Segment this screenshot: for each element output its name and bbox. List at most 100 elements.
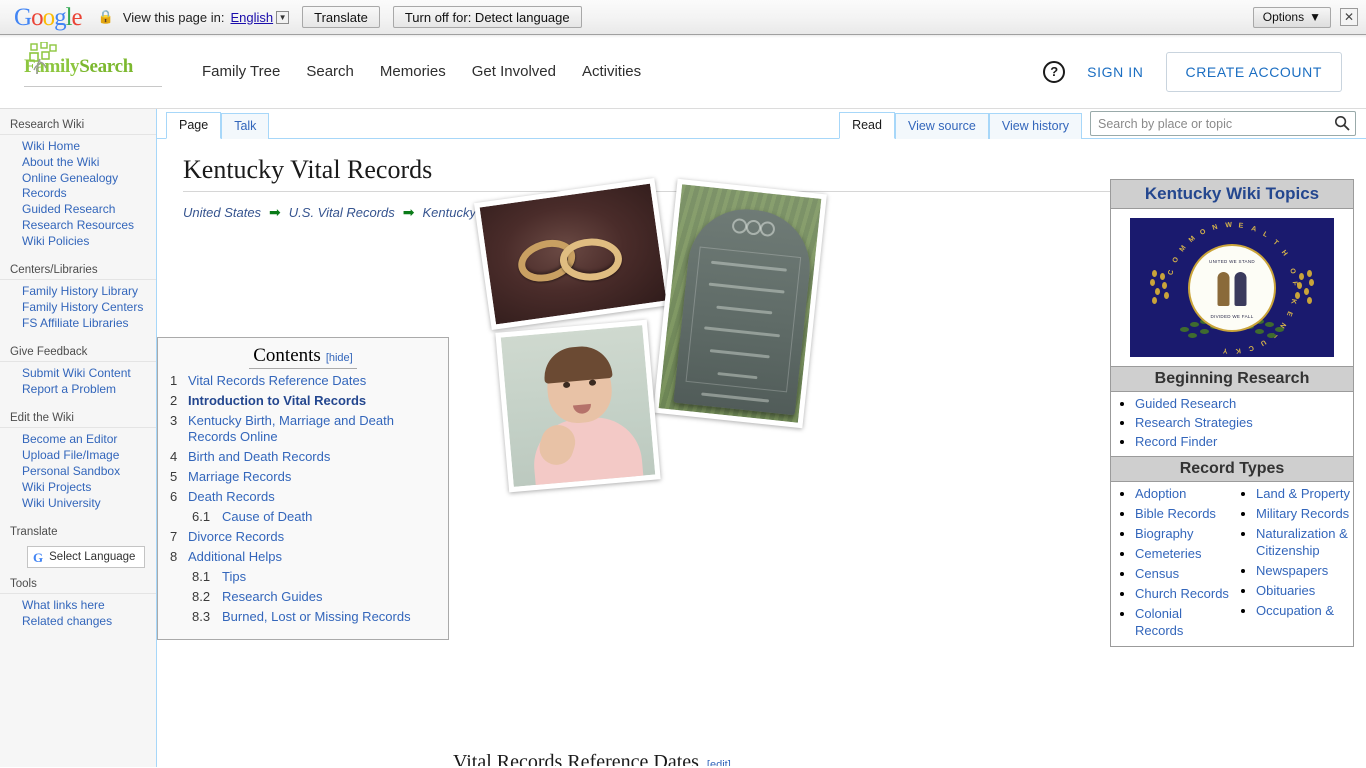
link-colonial-records[interactable]: Colonial Records bbox=[1135, 606, 1183, 638]
sidebar-item[interactable]: Report a Problem bbox=[22, 382, 156, 397]
list-item[interactable]: Cemeteries bbox=[1135, 545, 1232, 562]
sidebar-item-submit-wiki-content[interactable]: Submit Wiki Content bbox=[22, 366, 131, 381]
sign-in-link[interactable]: SIGN IN bbox=[1087, 64, 1143, 80]
sidebar-item-report-a-problem[interactable]: Report a Problem bbox=[22, 382, 116, 397]
toc-item[interactable]: 3 Kentucky Birth, Marriage and Death Reco… bbox=[170, 413, 436, 445]
toc-item[interactable]: 8.1 Tips bbox=[170, 569, 436, 585]
section-edit-link[interactable]: [edit] bbox=[707, 759, 731, 766]
toc-link-marriage-records[interactable]: Marriage Records bbox=[188, 469, 291, 485]
sidebar-item[interactable]: FS Affiliate Libraries bbox=[22, 316, 156, 331]
sidebar-item-upload-file-image[interactable]: Upload File/Image bbox=[22, 448, 119, 463]
toc-item[interactable]: 7 Divorce Records bbox=[170, 529, 436, 545]
sidebar-item-online-genealogy-records[interactable]: Online Genealogy Records bbox=[22, 171, 156, 201]
sidebar-item[interactable]: Wiki Home bbox=[22, 139, 156, 154]
nav-memories[interactable]: Memories bbox=[380, 63, 446, 80]
sidebar-item-wiki-university[interactable]: Wiki University bbox=[22, 496, 101, 511]
sidebar-item-wiki-home[interactable]: Wiki Home bbox=[22, 139, 80, 154]
tab-view-history[interactable]: View history bbox=[988, 113, 1082, 139]
search-icon[interactable] bbox=[1334, 115, 1350, 131]
toc-item[interactable]: 6.1 Cause of Death bbox=[170, 509, 436, 525]
sidebar-item[interactable]: Wiki Policies bbox=[22, 234, 156, 249]
toc-link-vital-records-reference-dates[interactable]: Vital Records Reference Dates bbox=[188, 373, 366, 389]
link-record-finder[interactable]: Record Finder bbox=[1135, 434, 1217, 449]
list-item[interactable]: Adoption bbox=[1135, 485, 1232, 502]
sidebar-item-guided-research[interactable]: Guided Research bbox=[22, 202, 115, 217]
tab-talk[interactable]: Talk bbox=[221, 113, 270, 139]
help-icon[interactable]: ? bbox=[1043, 60, 1066, 83]
tab-view-source[interactable]: View source bbox=[894, 113, 989, 139]
toc-link-additional-helps[interactable]: Additional Helps bbox=[188, 549, 282, 565]
sidebar-item[interactable]: Wiki Projects bbox=[22, 480, 156, 495]
list-item[interactable]: Obituaries bbox=[1256, 582, 1353, 599]
sidebar-item[interactable]: Related changes bbox=[22, 614, 156, 629]
list-item[interactable]: Military Records bbox=[1256, 505, 1353, 522]
sidebar-item-what-links-here[interactable]: What links here bbox=[22, 598, 105, 613]
list-item[interactable]: Occupation & bbox=[1256, 602, 1353, 619]
toc-link-tips[interactable]: Tips bbox=[222, 569, 246, 585]
sidebar-item[interactable]: What links here bbox=[22, 598, 156, 613]
link-cemeteries[interactable]: Cemeteries bbox=[1135, 546, 1201, 561]
link-land-and-property[interactable]: Land & Property bbox=[1256, 486, 1350, 501]
breadcrumb-united-states[interactable]: United States bbox=[183, 205, 261, 220]
sidebar-item[interactable]: Wiki University bbox=[22, 496, 156, 511]
sidebar-item[interactable]: Research Resources bbox=[22, 218, 156, 233]
tab-page[interactable]: Page bbox=[166, 112, 222, 139]
sidebar-item[interactable]: About the Wiki bbox=[22, 155, 156, 170]
link-occupation[interactable]: Occupation & bbox=[1256, 603, 1334, 618]
toc-item[interactable]: 8.3 Burned, Lost or Missing Records bbox=[170, 609, 436, 625]
toc-link-kentucky-birth-marriage-death-online[interactable]: Kentucky Birth, Marriage and Death Recor… bbox=[188, 413, 436, 445]
nav-get-involved[interactable]: Get Involved bbox=[472, 63, 556, 80]
sidebar-item-family-history-centers[interactable]: Family History Centers bbox=[22, 300, 143, 315]
toc-item[interactable]: 8.2 Research Guides bbox=[170, 589, 436, 605]
link-guided-research[interactable]: Guided Research bbox=[1135, 396, 1236, 411]
sidebar-item[interactable]: Upload File/Image bbox=[22, 448, 156, 463]
toc-link-introduction-to-vital-records[interactable]: Introduction to Vital Records bbox=[188, 393, 366, 409]
toc-item[interactable]: 6 Death Records bbox=[170, 489, 436, 505]
list-item[interactable]: Census bbox=[1135, 565, 1232, 582]
toc-link-research-guides[interactable]: Research Guides bbox=[222, 589, 322, 605]
sidebar-item[interactable]: Family History Library bbox=[22, 284, 156, 299]
create-account-button[interactable]: CREATE ACCOUNT bbox=[1165, 51, 1342, 92]
toc-hide-toggle[interactable]: [hide] bbox=[326, 352, 353, 364]
select-language-widget[interactable]: G Select Language bbox=[27, 546, 145, 568]
link-naturalization-and-citizenship[interactable]: Naturalization & Citizenship bbox=[1256, 526, 1348, 558]
toc-link-death-records[interactable]: Death Records bbox=[188, 489, 275, 505]
list-item[interactable]: Guided Research bbox=[1135, 396, 1353, 412]
link-biography[interactable]: Biography bbox=[1135, 526, 1194, 541]
tab-read[interactable]: Read bbox=[839, 112, 895, 139]
toc-link-divorce-records[interactable]: Divorce Records bbox=[188, 529, 284, 545]
toc-link-cause-of-death[interactable]: Cause of Death bbox=[222, 509, 312, 525]
list-item[interactable]: Land & Property bbox=[1256, 485, 1353, 502]
list-item[interactable]: Research Strategies bbox=[1135, 415, 1353, 431]
toc-item[interactable]: 5 Marriage Records bbox=[170, 469, 436, 485]
sidebar-item-about-the-wiki[interactable]: About the Wiki bbox=[22, 155, 99, 170]
translate-options-button[interactable]: Options ▼ bbox=[1252, 6, 1331, 28]
list-item[interactable]: Biography bbox=[1135, 525, 1232, 542]
link-obituaries[interactable]: Obituaries bbox=[1256, 583, 1315, 598]
toc-link-burned-lost-or-missing-records[interactable]: Burned, Lost or Missing Records bbox=[222, 609, 411, 625]
translate-language-select[interactable]: English ▼ bbox=[230, 10, 290, 25]
list-item[interactable]: Newspapers bbox=[1256, 562, 1353, 579]
link-research-strategies[interactable]: Research Strategies bbox=[1135, 415, 1253, 430]
sidebar-item-wiki-policies[interactable]: Wiki Policies bbox=[22, 234, 89, 249]
sidebar-item-become-an-editor[interactable]: Become an Editor bbox=[22, 432, 117, 447]
nav-activities[interactable]: Activities bbox=[582, 63, 641, 80]
link-adoption[interactable]: Adoption bbox=[1135, 486, 1186, 501]
sidebar-item[interactable]: Online Genealogy Records bbox=[22, 171, 156, 201]
nav-family-tree[interactable]: Family Tree bbox=[202, 63, 280, 80]
sidebar-item-family-history-library[interactable]: Family History Library bbox=[22, 284, 138, 299]
familysearch-logo[interactable]: FamilySearch bbox=[24, 42, 174, 87]
toc-item[interactable]: 8 Additional Helps bbox=[170, 549, 436, 565]
translate-language-value[interactable]: English bbox=[230, 10, 273, 25]
sidebar-item-fs-affiliate-libraries[interactable]: FS Affiliate Libraries bbox=[22, 316, 129, 331]
link-military-records[interactable]: Military Records bbox=[1256, 506, 1349, 521]
toc-item[interactable]: 1 Vital Records Reference Dates bbox=[170, 373, 436, 389]
sidebar-item-wiki-projects[interactable]: Wiki Projects bbox=[22, 480, 91, 495]
list-item[interactable]: Colonial Records bbox=[1135, 605, 1232, 639]
link-bible-records[interactable]: Bible Records bbox=[1135, 506, 1216, 521]
link-newspapers[interactable]: Newspapers bbox=[1256, 563, 1328, 578]
list-item[interactable]: Record Finder bbox=[1135, 434, 1353, 450]
list-item[interactable]: Naturalization & Citizenship bbox=[1256, 525, 1353, 559]
turn-off-translate-button[interactable]: Turn off for: Detect language bbox=[392, 6, 582, 28]
breadcrumb-kentucky[interactable]: Kentucky bbox=[422, 205, 475, 220]
